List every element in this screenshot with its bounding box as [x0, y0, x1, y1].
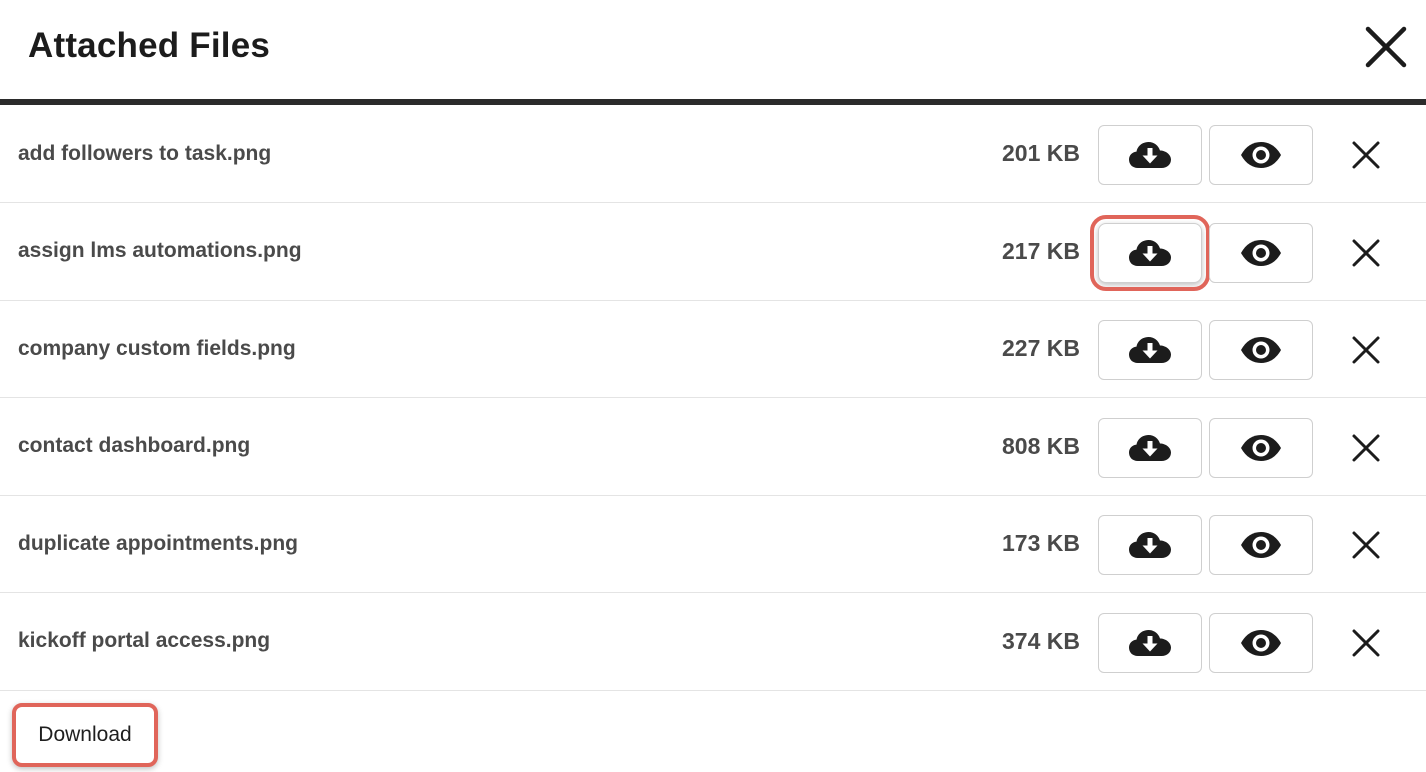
remove-file-button[interactable] [1350, 529, 1382, 561]
cloud-download-icon [1129, 239, 1171, 266]
eye-icon [1241, 434, 1281, 461]
eye-icon [1241, 337, 1281, 363]
view-file-button[interactable] [1209, 125, 1313, 185]
close-dialog-button[interactable] [1364, 25, 1408, 69]
file-row: contact dashboard.png 808 KB [0, 398, 1426, 496]
file-size: 227 KB [1002, 335, 1080, 361]
download-file-button[interactable] [1098, 417, 1202, 478]
close-icon [1352, 336, 1380, 364]
view-file-button[interactable] [1209, 515, 1313, 575]
close-icon [1352, 434, 1380, 461]
view-file-button[interactable] [1209, 417, 1313, 478]
view-file-button[interactable] [1209, 222, 1313, 283]
file-size: 374 KB [1002, 627, 1080, 654]
eye-icon [1241, 532, 1281, 558]
close-icon [1352, 629, 1380, 656]
remove-file-button[interactable] [1350, 627, 1382, 659]
file-name: assign lms automations.png [18, 239, 302, 262]
eye-icon [1241, 142, 1281, 168]
view-file-button[interactable] [1209, 320, 1313, 380]
close-icon [1365, 26, 1407, 68]
download-file-button[interactable] [1098, 125, 1202, 185]
file-name: company custom fields.png [18, 336, 296, 360]
dialog-title: Attached Files [28, 26, 271, 65]
download-file-button[interactable] [1098, 515, 1202, 575]
file-name: kickoff portal access.png [18, 629, 271, 652]
close-icon [1352, 141, 1380, 169]
close-icon [1352, 239, 1380, 266]
file-row: company custom fields.png 227 KB [0, 300, 1426, 398]
eye-icon [1241, 629, 1281, 656]
dialog-header: Attached Files [0, 0, 1426, 99]
file-size: 808 KB [1002, 432, 1080, 459]
file-row: kickoff portal access.png 374 KB [0, 593, 1426, 691]
file-size: 217 KB [1002, 237, 1080, 264]
remove-file-button[interactable] [1350, 432, 1382, 464]
file-name: contact dashboard.png [18, 434, 251, 457]
remove-file-button[interactable] [1350, 139, 1382, 171]
download-file-button[interactable] [1090, 214, 1210, 291]
view-file-button[interactable] [1209, 612, 1313, 673]
remove-file-button[interactable] [1350, 334, 1382, 366]
download-button[interactable]: Download [12, 703, 158, 767]
file-name: add followers to task.png [18, 141, 272, 165]
cloud-download-icon [1129, 142, 1171, 168]
cloud-download-icon [1129, 337, 1171, 363]
file-row: add followers to task.png 201 KB [0, 105, 1426, 203]
file-row: assign lms automations.png 217 KB [0, 203, 1426, 301]
remove-file-button[interactable] [1350, 237, 1382, 269]
download-file-button[interactable] [1098, 320, 1202, 380]
eye-icon [1241, 239, 1281, 266]
cloud-download-icon [1129, 434, 1171, 461]
file-name: duplicate appointments.png [18, 531, 299, 555]
cloud-download-icon [1129, 629, 1171, 656]
file-row: duplicate appointments.png 173 KB [0, 495, 1426, 593]
file-size: 201 KB [1002, 140, 1080, 166]
close-icon [1352, 531, 1380, 559]
download-file-button[interactable] [1098, 612, 1202, 673]
cloud-download-icon [1129, 532, 1171, 558]
file-size: 173 KB [1002, 530, 1080, 556]
